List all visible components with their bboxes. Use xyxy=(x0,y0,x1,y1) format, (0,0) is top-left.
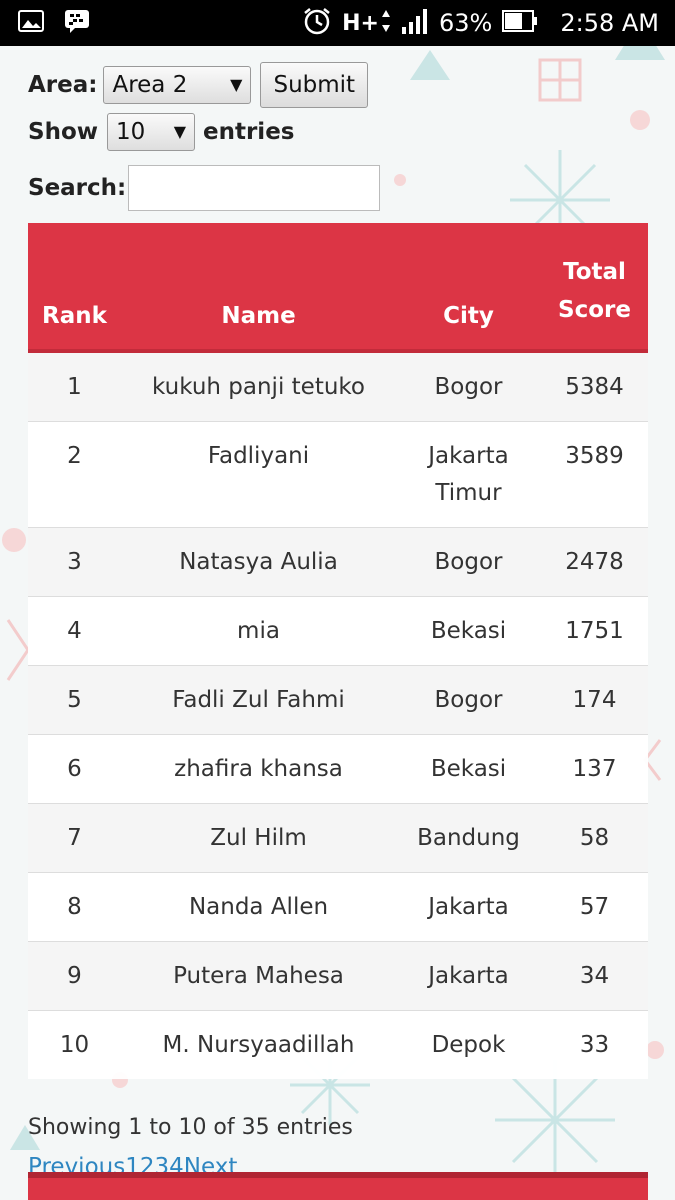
table-info-text: Showing 1 to 10 of 35 entries xyxy=(28,1115,353,1140)
clock: 2:58 AM xyxy=(560,9,659,37)
search-label: Search: xyxy=(28,175,127,201)
name-cell: Fadli Zul Fahmi xyxy=(121,665,396,735)
score-cell: 34 xyxy=(541,941,648,1011)
rank-cell: 5 xyxy=(28,665,121,735)
table-row: 3 Natasya Aulia Bogor 2478 xyxy=(28,527,648,597)
rank-cell: 2 xyxy=(28,421,121,528)
table-row: 4 mia Bekasi 1751 xyxy=(28,596,648,666)
city-cell: Bekasi xyxy=(396,596,541,666)
score-cell: 5384 xyxy=(541,350,648,422)
name-cell: zhafira khansa xyxy=(121,734,396,804)
rank-cell: 9 xyxy=(28,941,121,1011)
rank-cell: 6 xyxy=(28,734,121,804)
rank-cell: 1 xyxy=(28,350,121,422)
data-arrows-icon xyxy=(381,8,391,38)
alarm-icon xyxy=(302,6,332,40)
table-row: 10 M. Nursyaadillah Depok 33 xyxy=(28,1010,648,1079)
table-row: 1 kukuh panji tetuko Bogor 5384 xyxy=(28,350,648,422)
score-cell: 58 xyxy=(541,803,648,873)
rank-cell: 3 xyxy=(28,527,121,597)
name-cell: Natasya Aulia xyxy=(121,527,396,597)
page-length-control: Show 10 ▼ entries xyxy=(28,110,648,154)
column-header-total-score[interactable]: Total Score xyxy=(541,223,648,353)
signal-strength-icon xyxy=(401,7,429,39)
score-cell: 57 xyxy=(541,872,648,942)
entries-per-page-select[interactable]: 10 ▼ xyxy=(107,113,195,151)
name-cell: Putera Mahesa xyxy=(121,941,396,1011)
score-cell: 1751 xyxy=(541,596,648,666)
entries-label: entries xyxy=(203,119,295,145)
battery-icon xyxy=(502,9,538,37)
table-row: 5 Fadli Zul Fahmi Bogor 174 xyxy=(28,665,648,735)
table-row: 9 Putera Mahesa Jakarta 34 xyxy=(28,941,648,1011)
area-select[interactable]: Area 2 ▼ xyxy=(103,66,252,104)
name-cell: Fadliyani xyxy=(121,421,396,528)
table-row: 7 Zul Hilm Bandung 58 xyxy=(28,803,648,873)
network-type-indicator: H+ xyxy=(342,10,379,36)
name-cell: Nanda Allen xyxy=(121,872,396,942)
bbm-notification-icon xyxy=(64,9,90,37)
leaderboard-page: Area: Area 2 ▼ Submit Show 10 ▼ entries … xyxy=(28,46,648,1180)
city-cell: Depok xyxy=(396,1010,541,1079)
city-cell: Jakarta xyxy=(396,941,541,1011)
rank-cell: 7 xyxy=(28,803,121,873)
entries-per-page-value: 10 xyxy=(116,119,146,145)
area-select-value: Area 2 xyxy=(112,72,188,98)
area-label: Area: xyxy=(28,72,98,98)
score-cell: 2478 xyxy=(541,527,648,597)
name-cell: Zul Hilm xyxy=(121,803,396,873)
rank-cell: 8 xyxy=(28,872,121,942)
dropdown-arrow-icon: ▼ xyxy=(173,122,186,141)
search-bar: Search: xyxy=(28,164,648,212)
rank-cell: 4 xyxy=(28,596,121,666)
city-cell: Bogor xyxy=(396,665,541,735)
city-cell: Bandung xyxy=(396,803,541,873)
status-bar: H+ 63% 2:58 AM xyxy=(0,0,675,46)
name-cell: kukuh panji tetuko xyxy=(121,350,396,422)
table-row: 8 Nanda Allen Jakarta 57 xyxy=(28,872,648,942)
area-filter: Area: Area 2 ▼ Submit xyxy=(28,62,648,108)
image-notification-icon xyxy=(18,10,44,36)
city-cell: Bogor xyxy=(396,350,541,422)
rank-cell: 10 xyxy=(28,1010,121,1079)
table-header-row: Rank Name City Total Score xyxy=(28,223,648,353)
column-header-rank[interactable]: Rank xyxy=(28,223,121,353)
city-cell: Bogor xyxy=(396,527,541,597)
show-label: Show xyxy=(28,119,98,145)
table-row: 6 zhafira khansa Bekasi 137 xyxy=(28,734,648,804)
battery-percent: 63% xyxy=(439,9,493,37)
city-cell: Bekasi xyxy=(396,734,541,804)
column-header-city[interactable]: City xyxy=(396,223,541,353)
column-header-name[interactable]: Name xyxy=(121,223,396,353)
score-cell: 174 xyxy=(541,665,648,735)
city-cell: Jakarta Timur xyxy=(396,421,541,528)
city-cell: Jakarta xyxy=(396,872,541,942)
name-cell: M. Nursyaadillah xyxy=(121,1010,396,1079)
score-cell: 3589 xyxy=(541,421,648,528)
footer-table-header-partial xyxy=(28,1172,648,1200)
score-cell: 137 xyxy=(541,734,648,804)
submit-button[interactable]: Submit xyxy=(260,62,369,108)
name-cell: mia xyxy=(121,596,396,666)
search-input[interactable] xyxy=(128,165,381,211)
dropdown-arrow-icon: ▼ xyxy=(230,75,243,94)
leaderboard-table: Rank Name City Total Score 1 kukuh panji… xyxy=(28,223,648,1079)
score-cell: 33 xyxy=(541,1010,648,1079)
table-row: 2 Fadliyani Jakarta Timur 3589 xyxy=(28,421,648,528)
